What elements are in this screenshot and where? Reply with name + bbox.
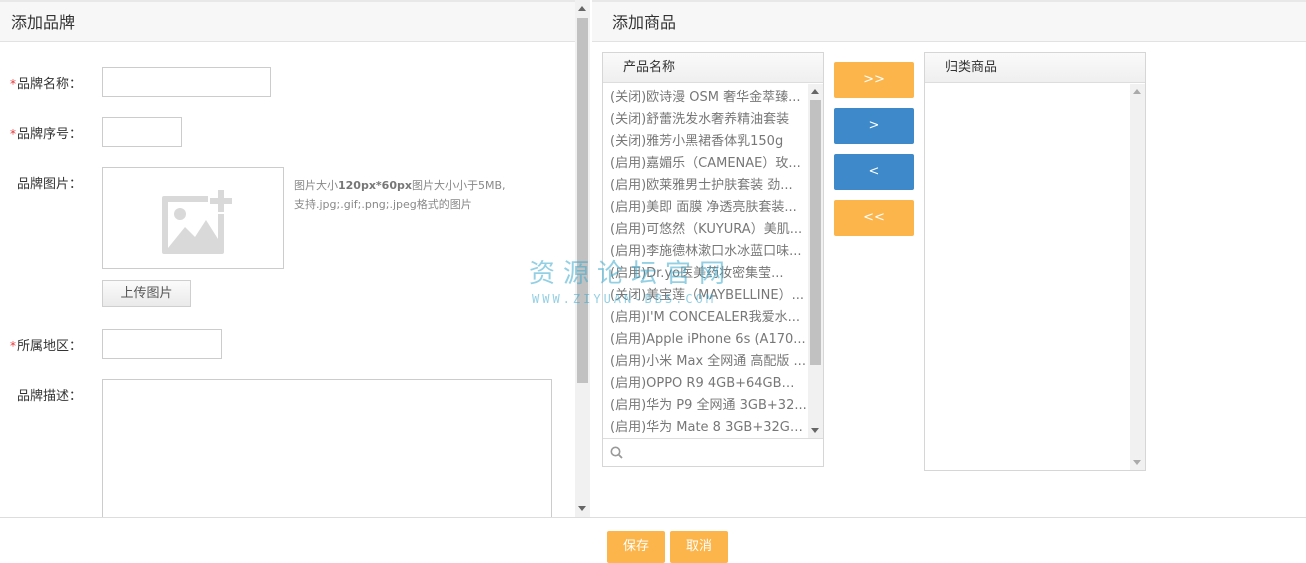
upload-hint: 图片大小120px*60px图片大小小于5MB, 支持.jpg;.gif;.pn…	[294, 179, 506, 211]
cancel-button[interactable]: 取消	[670, 531, 728, 563]
product-list-item[interactable]: (启用)美即 面膜 净透亮肤套装...	[603, 197, 807, 219]
move-left-button[interactable]: <	[834, 154, 914, 190]
add-brand-title: 添加品牌	[0, 0, 589, 42]
product-list-item[interactable]: (启用)I'M CONCEALER我爱水...	[603, 307, 807, 329]
category-list-box: 归类商品	[924, 52, 1146, 471]
product-list-scrollbar[interactable]	[808, 84, 823, 438]
action-bar: 保存 取消	[0, 517, 1306, 563]
add-brand-panel: 添加品牌 *品牌名称： *品牌序号： 品牌图片： 图片大小120px*60px图…	[0, 0, 590, 517]
scroll-up-arrow-icon[interactable]	[1133, 89, 1141, 94]
product-list-item[interactable]: (启用)Apple iPhone 6s (A170...	[603, 329, 807, 351]
move-right-button[interactable]: >	[834, 108, 914, 144]
scroll-down-arrow-icon[interactable]	[578, 506, 586, 511]
region-input[interactable]	[102, 329, 222, 359]
scroll-up-arrow-icon[interactable]	[578, 6, 586, 11]
brand-desc-label: 品牌描述：	[17, 389, 83, 404]
save-button[interactable]: 保存	[607, 531, 665, 563]
required-mark: *	[10, 77, 16, 91]
move-all-right-button[interactable]: >>	[834, 62, 914, 98]
product-list-item[interactable]: (启用)华为 Mate 8 3GB+32GB...	[603, 417, 807, 438]
watermark-url: WWW.ZIYUAN-BBS.COM	[532, 292, 717, 306]
required-mark: *	[10, 339, 16, 353]
image-add-icon	[162, 187, 235, 254]
scroll-up-arrow-icon[interactable]	[811, 89, 819, 94]
product-list-item[interactable]: (启用)嘉媚乐（CAMENAE）玫...	[603, 153, 807, 175]
scrollbar-thumb[interactable]	[577, 18, 588, 383]
move-all-left-button[interactable]: <<	[834, 200, 914, 236]
required-mark: *	[10, 127, 16, 141]
brand-name-input[interactable]	[102, 67, 271, 97]
product-list-header: 产品名称	[603, 53, 823, 83]
product-list-item[interactable]: (关闭)舒蕾洗发水奢养精油套装	[603, 109, 807, 131]
scroll-down-arrow-icon[interactable]	[1133, 460, 1141, 465]
product-list-item[interactable]: (启用)华为 P9 全网通 3GB+32...	[603, 395, 807, 417]
brand-form: *品牌名称： *品牌序号： 品牌图片： 图片大小120px*60px图片大小小于…	[0, 42, 590, 517]
product-search-input[interactable]	[603, 438, 823, 466]
upload-image-button[interactable]: 上传图片	[102, 280, 191, 307]
brand-desc-textarea[interactable]	[102, 379, 552, 517]
watermark-text: 资源论坛官网	[529, 259, 734, 289]
add-product-title: 添加商品	[592, 0, 1306, 42]
product-list-item[interactable]: (启用)小米 Max 全网通 高配版 ...	[603, 351, 807, 373]
product-list-item[interactable]: (关闭)雅芳小黑裙香体乳150g	[603, 131, 807, 153]
product-list-item[interactable]: (启用)OPPO R9 4GB+64GB内存...	[603, 373, 807, 395]
brand-order-label: *品牌序号：	[10, 127, 83, 142]
product-list-item[interactable]: (启用)可悠然（KUYURA）美肌...	[603, 219, 807, 241]
scroll-down-arrow-icon[interactable]	[811, 428, 819, 433]
product-list-item[interactable]: (关闭)欧诗漫 OSM 奢华金萃臻...	[603, 87, 807, 109]
product-list-item[interactable]: (启用)欧莱雅男士护肤套装 劲...	[603, 175, 807, 197]
brand-name-label: *品牌名称：	[10, 77, 83, 92]
brand-image-preview[interactable]	[102, 167, 284, 269]
region-label: *所属地区：	[10, 339, 83, 354]
category-list-scrollbar[interactable]	[1130, 84, 1145, 470]
brand-order-input[interactable]	[102, 117, 182, 147]
search-icon	[610, 446, 623, 459]
scrollbar-thumb[interactable]	[810, 100, 821, 365]
category-list-header: 归类商品	[925, 53, 1145, 83]
brand-image-label: 品牌图片：	[17, 177, 83, 192]
